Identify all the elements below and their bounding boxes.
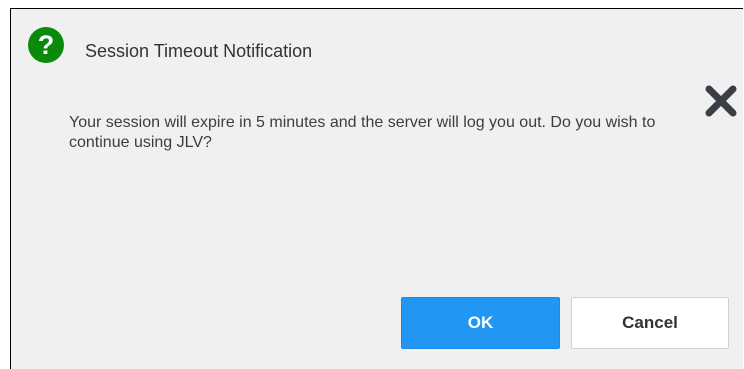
dialog-message: Your session will expire in 5 minutes an… [69,114,656,151]
session-timeout-dialog: ? Session Timeout Notification Your sess… [10,8,743,369]
dialog-title-bar: ? Session Timeout Notification [11,9,743,87]
ok-button[interactable]: OK [401,297,560,349]
dialog-title: Session Timeout Notification [85,41,313,61]
svg-text:?: ? [38,30,55,60]
cancel-button[interactable]: Cancel [571,297,729,349]
help-icon: ? [28,27,64,63]
